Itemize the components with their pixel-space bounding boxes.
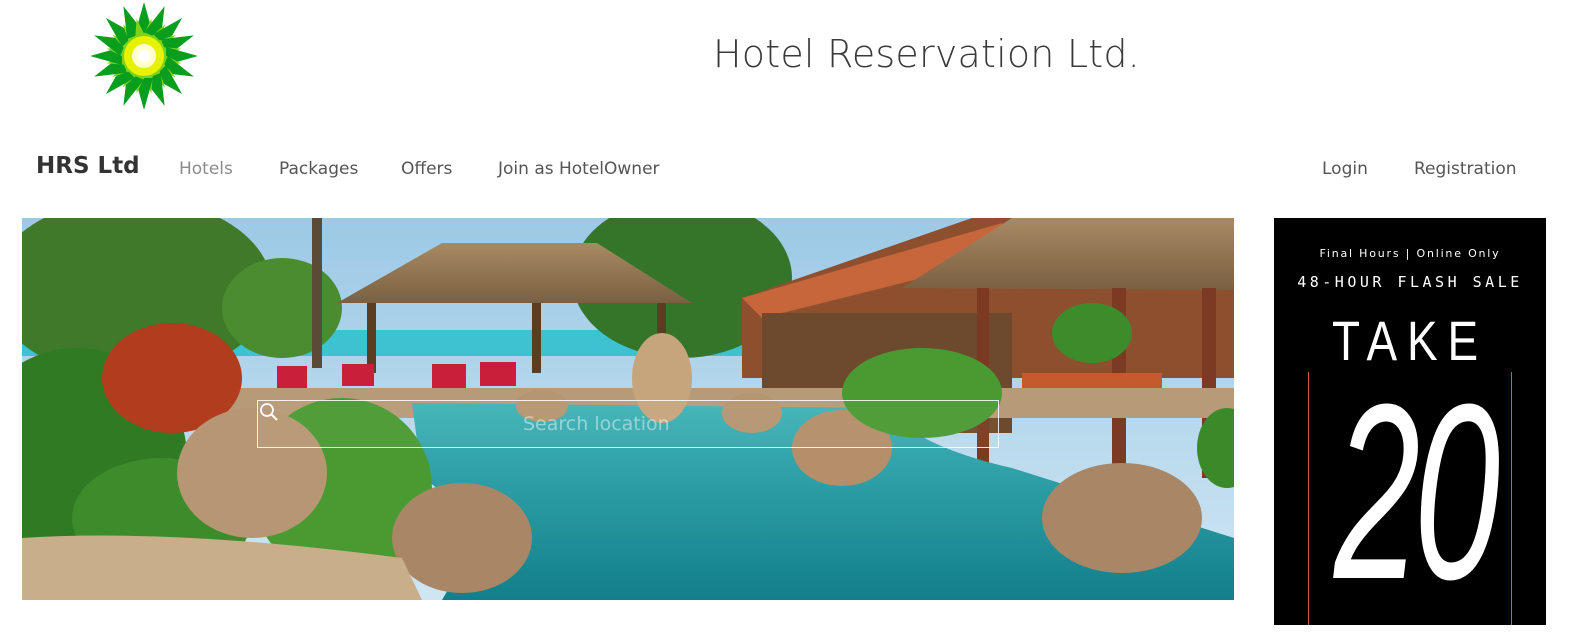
flash-sale-ad[interactable]: Final Hours | Online Only 48-HOUR FLASH … bbox=[1274, 218, 1546, 625]
nav-login[interactable]: Login bbox=[1322, 159, 1368, 179]
main-navbar: HRS Ltd Hotels Packages Offers Join as H… bbox=[0, 148, 1585, 192]
nav-hotels[interactable]: Hotels bbox=[179, 159, 233, 179]
hero-resort-image bbox=[22, 218, 1234, 600]
nav-packages[interactable]: Packages bbox=[279, 159, 358, 179]
nav-join-hotelowner[interactable]: Join as HotelOwner bbox=[498, 159, 660, 179]
search-input[interactable] bbox=[258, 401, 958, 447]
brand-link[interactable]: HRS Ltd bbox=[36, 153, 140, 179]
nav-registration[interactable]: Registration bbox=[1414, 159, 1517, 179]
search-icon[interactable] bbox=[258, 401, 280, 423]
ad-flash-sale-text: 48-HOUR FLASH SALE bbox=[1297, 273, 1523, 291]
ad-discount-number: 20 bbox=[1333, 352, 1500, 625]
nav-offers[interactable]: Offers bbox=[401, 159, 452, 179]
search-bar bbox=[257, 400, 999, 448]
ad-subtitle: Final Hours | Online Only bbox=[1319, 247, 1501, 260]
sunflower-logo[interactable] bbox=[88, 0, 200, 112]
site-title: Hotel Reservation Ltd. bbox=[713, 32, 1140, 76]
